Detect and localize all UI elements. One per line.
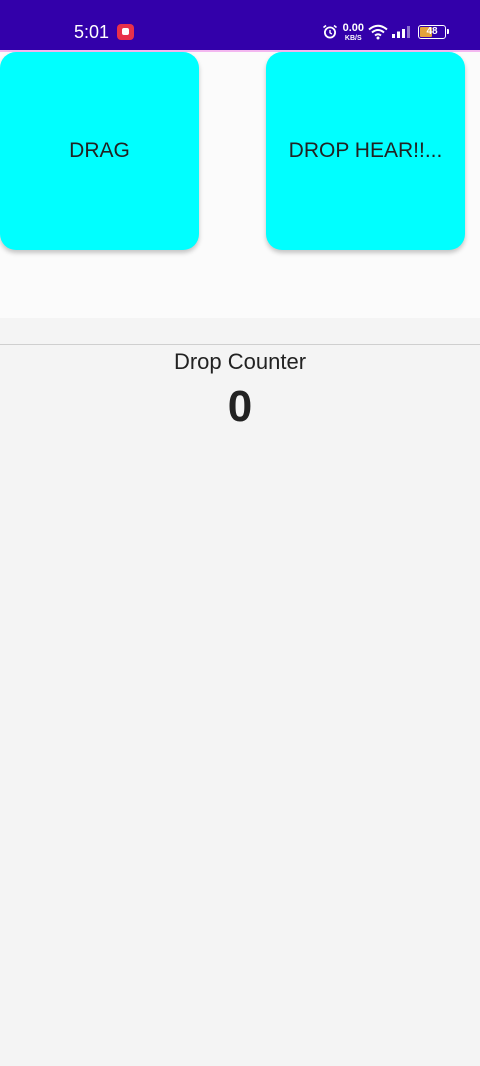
- drop-target-box[interactable]: DROP HEAR!!...: [266, 52, 465, 250]
- battery-level: 48: [426, 26, 438, 37]
- network-speed-unit: KB/S: [344, 34, 362, 42]
- alarm-icon: [322, 24, 337, 39]
- screen-record-icon: [117, 24, 134, 40]
- drag-box[interactable]: DRAG: [0, 52, 199, 250]
- network-speed: 0.00 KB/S: [342, 21, 364, 42]
- drop-counter-label: Drop Counter: [173, 349, 307, 374]
- drop-target-label: DROP HEAR!!...: [288, 139, 443, 162]
- battery-icon: 48: [418, 25, 449, 39]
- divider: [0, 344, 480, 345]
- status-bar: 5:01 0.00 KB/S 48: [0, 0, 480, 50]
- network-speed-value: 0.00: [342, 21, 364, 34]
- wifi-icon: [368, 24, 388, 40]
- drag-box-label: DRAG: [69, 139, 130, 162]
- status-icons: 0.00 KB/S 48: [322, 20, 449, 44]
- status-time: 5:01: [74, 22, 110, 42]
- signal-icon: [392, 26, 410, 38]
- drop-counter-value: 0: [227, 382, 253, 431]
